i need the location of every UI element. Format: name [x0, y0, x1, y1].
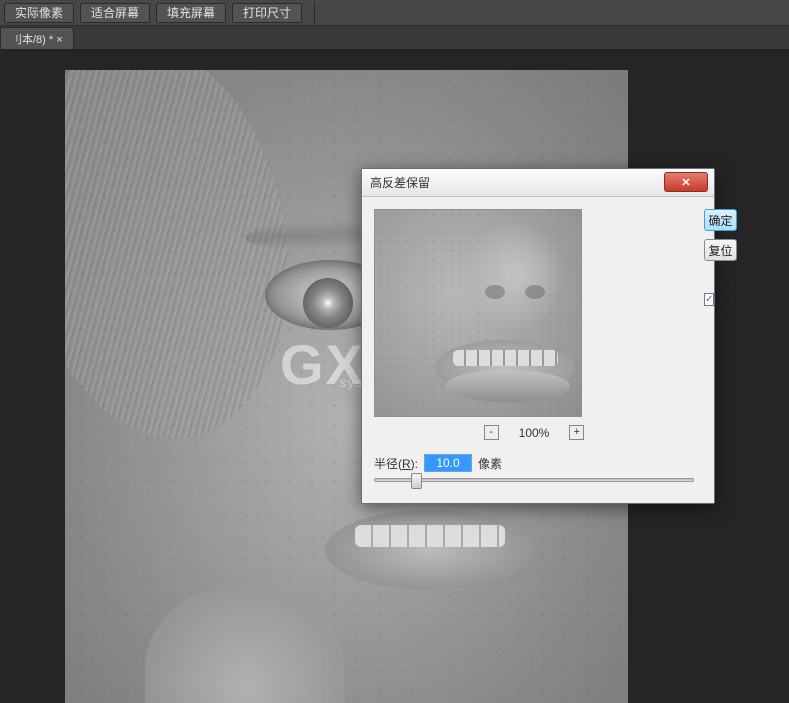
preview-nostril-r	[525, 285, 545, 299]
zoom-level: 100%	[519, 426, 550, 440]
radius-label-pre: 半径(	[374, 457, 402, 471]
preview-checkbox-row[interactable]: ✓ 预览(P)	[704, 275, 737, 323]
zoom-out-button[interactable]: -	[484, 425, 499, 440]
zoom-in-button[interactable]: +	[569, 425, 584, 440]
radius-input[interactable]	[424, 454, 472, 472]
image-detail-hand	[145, 590, 345, 703]
view-toolbar: 实际像素 适合屏幕 填充屏幕 打印尺寸	[0, 0, 789, 26]
print-size-button[interactable]: 打印尺寸	[232, 3, 302, 23]
document-tabbar: 刂本/8) * ×	[0, 26, 789, 50]
radius-slider[interactable]	[374, 478, 694, 482]
plus-icon: +	[574, 427, 580, 438]
preview-nostril-l	[485, 285, 505, 299]
actual-pixels-button[interactable]: 实际像素	[4, 3, 74, 23]
preview-lip	[445, 370, 570, 402]
ok-button[interactable]: 确定	[704, 209, 737, 231]
preview-nose	[465, 220, 565, 330]
radius-label-suf: ):	[411, 457, 418, 471]
dialog-body: - 100% + 半径(R): 像素 确定 复位 ✓	[362, 197, 714, 494]
minus-icon: -	[489, 427, 493, 438]
preview-label: 预览(P)	[718, 275, 737, 323]
image-detail-mouth	[325, 510, 535, 590]
dialog-title: 高反差保留	[370, 174, 430, 191]
filter-preview[interactable]	[374, 209, 582, 417]
close-button[interactable]	[664, 172, 708, 192]
radius-slider-thumb[interactable]	[411, 473, 422, 489]
radius-unit: 像素	[478, 455, 502, 472]
image-detail-teeth	[355, 525, 505, 547]
reset-button[interactable]: 复位	[704, 239, 737, 261]
radius-label: 半径(R):	[374, 455, 418, 472]
toolbar-separator	[314, 2, 315, 24]
preview-teeth	[453, 350, 558, 366]
radius-hotkey: R	[402, 457, 411, 471]
document-tab[interactable]: 刂本/8) * ×	[0, 27, 74, 49]
dialog-titlebar[interactable]: 高反差保留	[362, 169, 714, 197]
dialog-button-column: 确定 复位 ✓ 预览(P)	[704, 209, 737, 482]
radius-row: 半径(R): 像素	[374, 454, 694, 472]
preview-column: - 100% + 半径(R): 像素	[374, 209, 694, 482]
preview-checkbox[interactable]: ✓	[704, 293, 714, 306]
fill-screen-button[interactable]: 填充屏幕	[156, 3, 226, 23]
fit-screen-button[interactable]: 适合屏幕	[80, 3, 150, 23]
high-pass-dialog: 高反差保留 - 100% +	[361, 168, 715, 504]
preview-label-suf: )	[730, 309, 734, 323]
zoom-controls: - 100% +	[374, 425, 694, 440]
